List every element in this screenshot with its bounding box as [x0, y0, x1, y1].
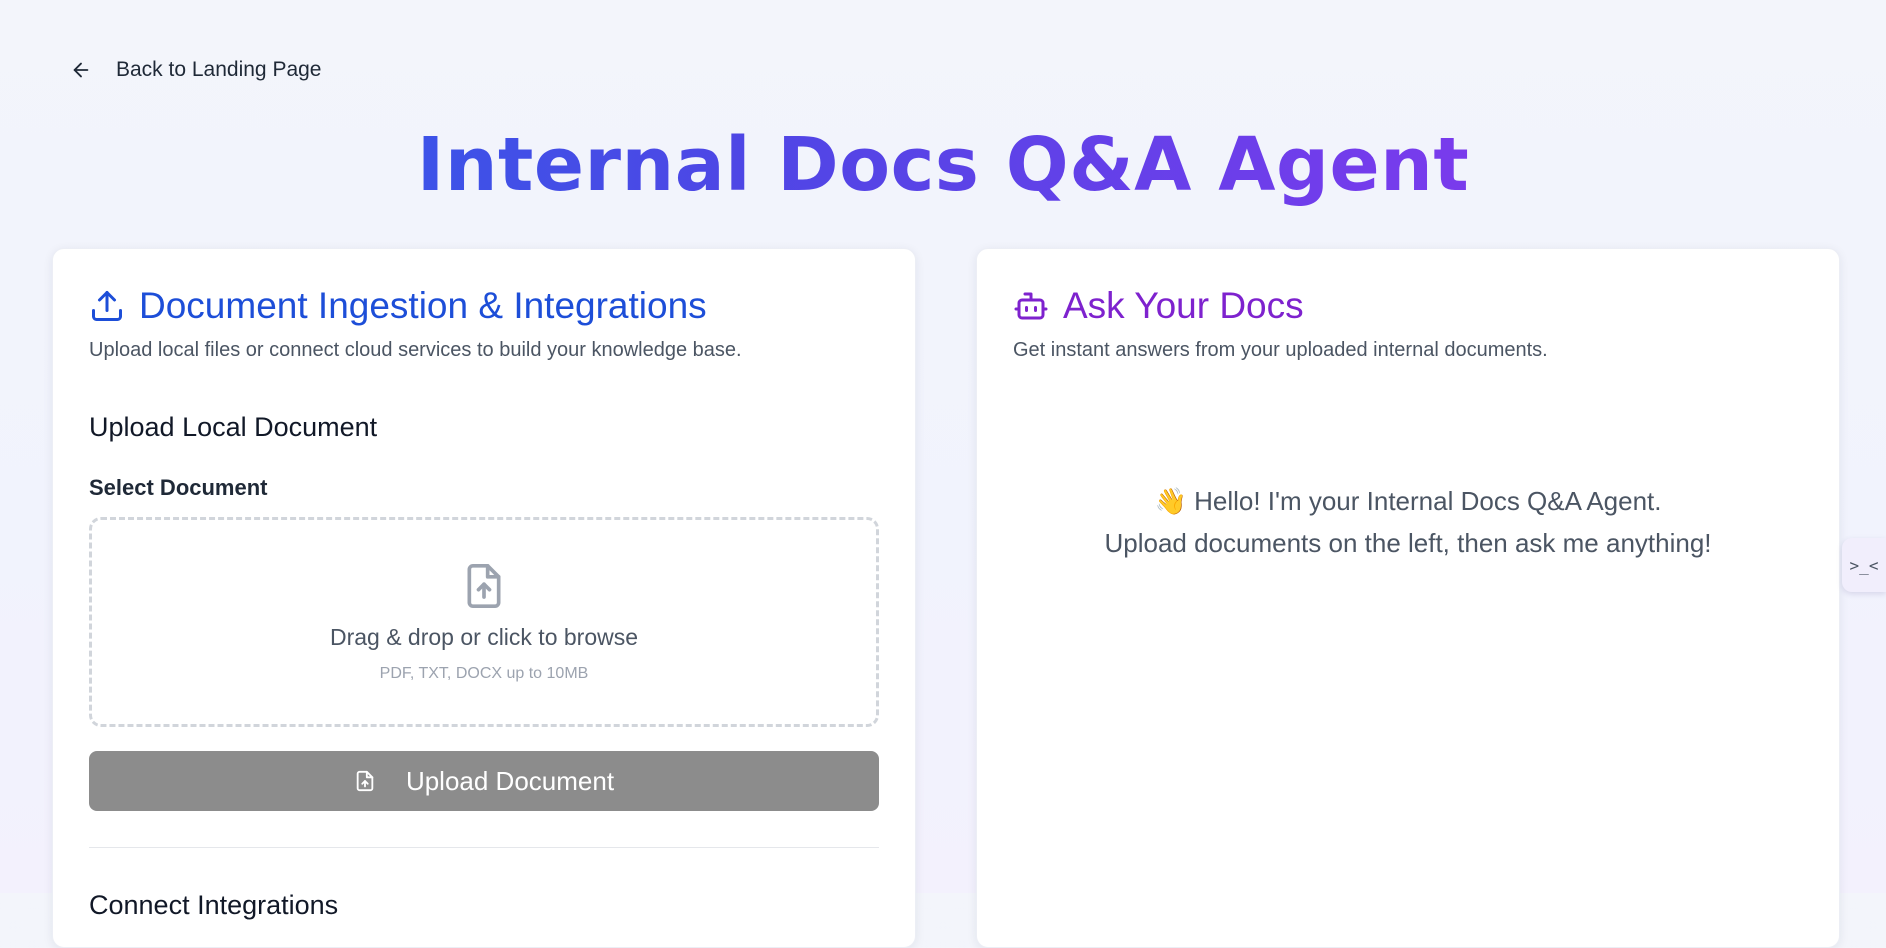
back-link-label: Back to Landing Page — [116, 58, 322, 81]
greeting-text: Hello! I'm your Internal Docs Q&A Agent. — [1186, 486, 1662, 516]
chat-card-subtitle: Get instant answers from your uploaded i… — [1013, 339, 1548, 361]
chat-card: Ask Your Docs Get instant answers from y… — [976, 248, 1840, 948]
greeting-line: 👋 Hello! I'm your Internal Docs Q&A Agen… — [1013, 480, 1803, 522]
file-dropzone[interactable]: Drag & drop or click to browse PDF, TXT,… — [89, 517, 879, 727]
dropzone-text: Drag & drop or click to browse — [329, 623, 639, 650]
side-tab-glyph: >_< — [1849, 555, 1879, 575]
waving-hand-icon: 👋 — [1154, 486, 1187, 516]
page-title: Internal Docs Q&A Agent — [0, 122, 1886, 208]
greeting-instructions: Upload documents on the left, then ask m… — [1104, 528, 1712, 558]
section-divider — [89, 847, 879, 848]
side-panel-toggle[interactable]: >_< — [1842, 538, 1886, 592]
upload-document-button[interactable]: Upload Document — [89, 751, 879, 811]
ingestion-card: Document Ingestion & Integrations Upload… — [52, 248, 916, 948]
upload-section-title: Upload Local Document — [89, 412, 378, 442]
ingestion-card-subtitle: Upload local files or connect cloud serv… — [89, 339, 742, 361]
integrations-section-title: Connect Integrations — [89, 890, 339, 920]
upload-icon — [92, 291, 122, 321]
dropzone-hint: PDF, TXT, DOCX up to 10MB — [379, 664, 589, 682]
arrow-left-icon — [73, 62, 89, 78]
bot-icon — [1014, 292, 1048, 320]
file-upload-icon — [467, 563, 501, 608]
upload-button-label: Upload Document — [405, 765, 615, 796]
ingestion-card-header: Document Ingestion & Integrations — [89, 285, 879, 327]
chat-card-header: Ask Your Docs — [1013, 285, 1803, 327]
ingestion-card-title: Document Ingestion & Integrations — [139, 285, 707, 326]
select-document-label: Select Document — [89, 475, 268, 500]
chat-empty-state: 👋 Hello! I'm your Internal Docs Q&A Agen… — [1013, 480, 1803, 564]
chat-card-title: Ask Your Docs — [1063, 285, 1304, 326]
back-to-landing-link[interactable]: Back to Landing Page — [70, 58, 322, 82]
file-upload-icon — [356, 770, 374, 792]
